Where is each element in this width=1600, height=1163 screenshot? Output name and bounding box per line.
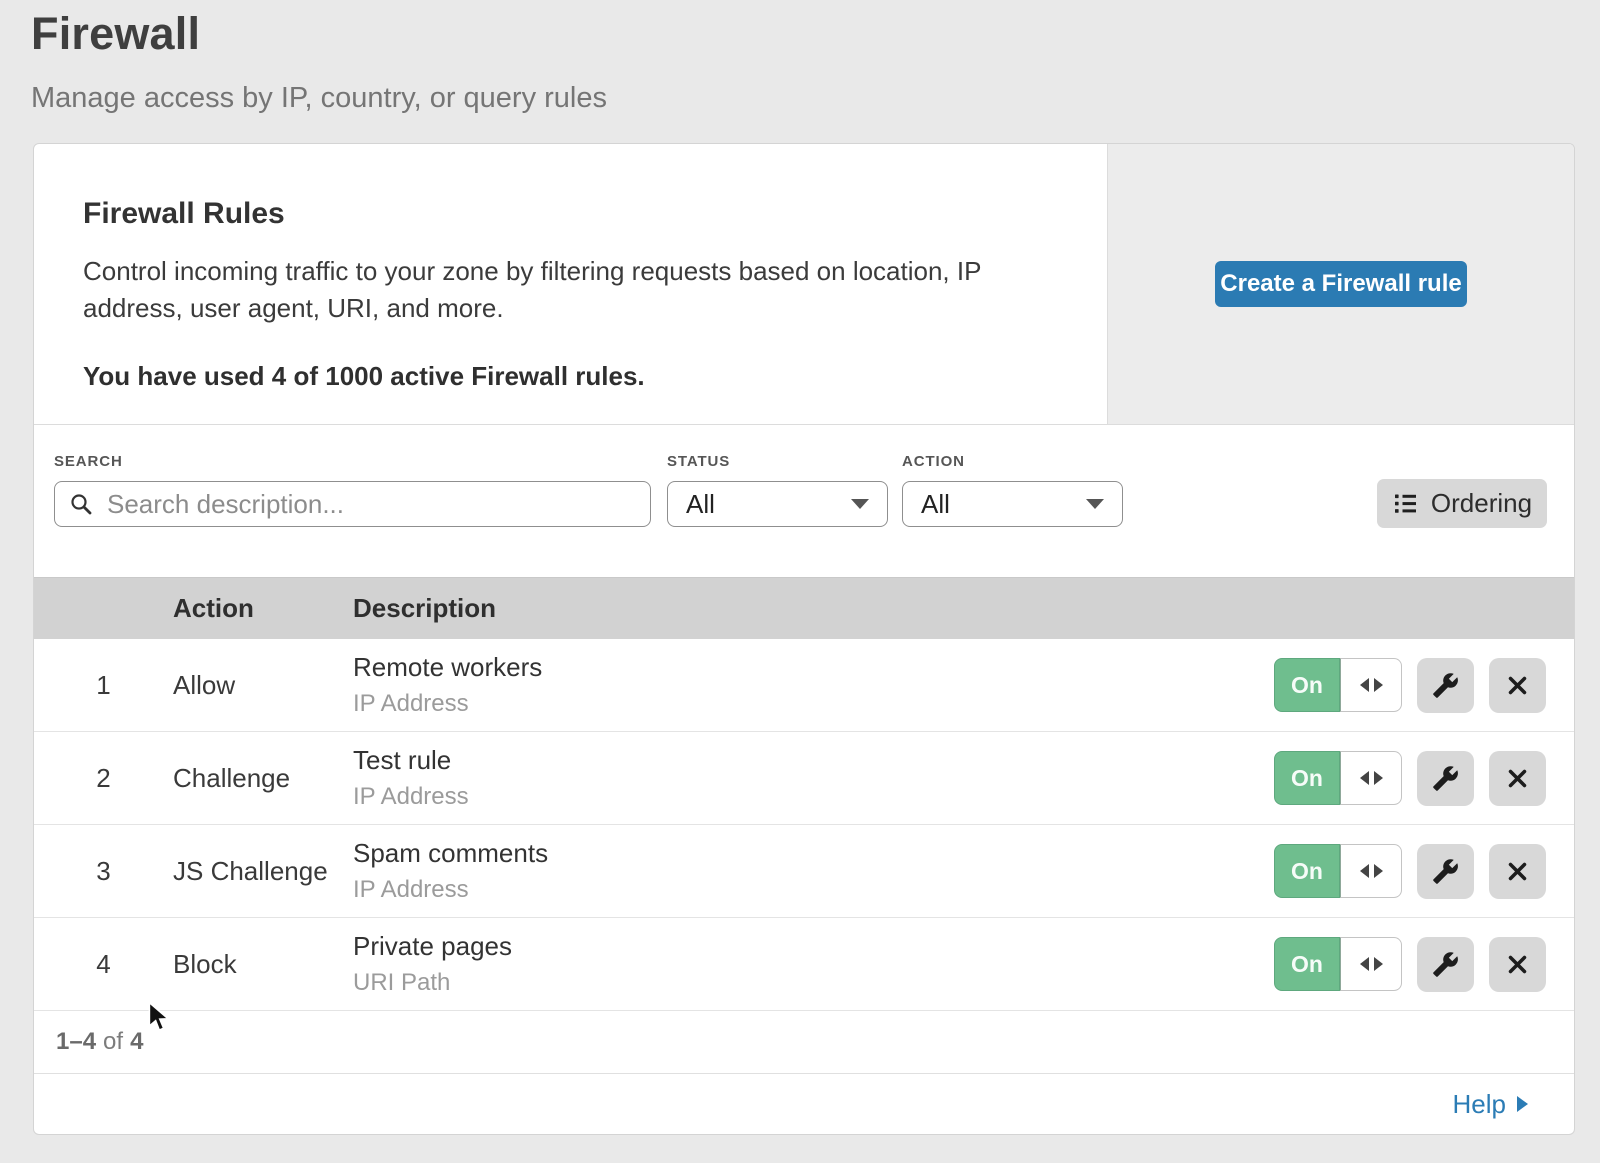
toggle-arrows-icon [1340, 751, 1402, 805]
help-arrow-icon [1517, 1096, 1528, 1112]
rule-match-type: URI Path [353, 969, 1274, 997]
rule-priority: 4 [34, 949, 173, 980]
action-label: ACTION [902, 453, 1123, 470]
ordering-button[interactable]: Ordering [1377, 479, 1547, 528]
toggle-on-label: On [1274, 844, 1340, 898]
status-select-value: All [686, 489, 715, 520]
page-title: Firewall [31, 8, 607, 60]
description-column-header: Description [353, 593, 1574, 624]
toggle-on-label: On [1274, 937, 1340, 991]
help-link[interactable]: Help [1453, 1089, 1528, 1120]
edit-rule-button[interactable] [1417, 658, 1474, 713]
table-header: Action Description [34, 577, 1574, 640]
edit-rule-button[interactable] [1417, 937, 1474, 992]
edit-rule-button[interactable] [1417, 844, 1474, 899]
rule-priority: 1 [34, 670, 173, 701]
close-icon [1505, 673, 1530, 698]
close-icon [1505, 952, 1530, 977]
rule-description: Spam comments [353, 838, 1274, 869]
rule-match-type: IP Address [353, 876, 1274, 904]
firewall-rules-card: Firewall Rules Control incoming traffic … [33, 143, 1575, 1135]
search-label: SEARCH [54, 453, 651, 470]
rule-enabled-toggle[interactable]: On [1274, 937, 1402, 991]
rules-table-body: 1 Allow Remote workers IP Address On [34, 639, 1574, 1011]
chevron-down-icon [851, 499, 869, 509]
status-select[interactable]: All [667, 481, 888, 527]
help-link-label: Help [1453, 1089, 1506, 1120]
rule-priority: 2 [34, 763, 173, 794]
action-filter: ACTION All [902, 453, 1123, 527]
wrench-icon [1432, 858, 1459, 885]
delete-rule-button[interactable] [1489, 844, 1546, 899]
rule-action: JS Challenge [173, 856, 353, 887]
filters-bar: SEARCH STATUS All ACTION All [34, 425, 1574, 577]
status-filter: STATUS All [667, 453, 888, 527]
wrench-icon [1432, 765, 1459, 792]
close-icon [1505, 766, 1530, 791]
edit-rule-button[interactable] [1417, 751, 1474, 806]
rule-priority: 3 [34, 856, 173, 887]
rule-enabled-toggle[interactable]: On [1274, 751, 1402, 805]
table-row: 2 Challenge Test rule IP Address On [34, 732, 1574, 825]
create-rule-panel: Create a Firewall rule [1107, 144, 1574, 424]
page-header: Firewall Manage access by IP, country, o… [31, 8, 607, 115]
rule-action: Allow [173, 670, 353, 701]
ordering-button-label: Ordering [1431, 488, 1532, 519]
pagination-total: 4 [130, 1028, 143, 1056]
ordering-list-icon [1392, 490, 1419, 517]
table-row: 1 Allow Remote workers IP Address On [34, 639, 1574, 732]
page-subtitle: Manage access by IP, country, or query r… [31, 82, 607, 115]
rule-enabled-toggle[interactable]: On [1274, 658, 1402, 712]
rule-description: Remote workers [353, 652, 1274, 683]
rule-match-type: IP Address [353, 783, 1274, 811]
pagination: 1–4 of 4 [34, 1011, 1574, 1074]
rule-action: Challenge [173, 763, 353, 794]
chevron-down-icon [1086, 499, 1104, 509]
toggle-on-label: On [1274, 751, 1340, 805]
search-filter: SEARCH [54, 453, 651, 527]
wrench-icon [1432, 951, 1459, 978]
create-firewall-rule-button[interactable]: Create a Firewall rule [1215, 261, 1467, 307]
pagination-of: of [103, 1028, 123, 1056]
delete-rule-button[interactable] [1489, 937, 1546, 992]
rule-enabled-toggle[interactable]: On [1274, 844, 1402, 898]
table-row: 4 Block Private pages URI Path On [34, 918, 1574, 1011]
wrench-icon [1432, 672, 1459, 699]
action-column-header: Action [173, 593, 353, 624]
usage-note: You have used 4 of 1000 active Firewall … [83, 361, 1077, 392]
status-label: STATUS [667, 453, 888, 470]
action-select[interactable]: All [902, 481, 1123, 527]
toggle-on-label: On [1274, 658, 1340, 712]
intro-text: Firewall Rules Control incoming traffic … [34, 144, 1107, 424]
delete-rule-button[interactable] [1489, 658, 1546, 713]
rule-description: Private pages [353, 931, 1274, 962]
card-title: Firewall Rules [83, 197, 1077, 231]
card-footer: Help [34, 1074, 1574, 1134]
search-input[interactable] [54, 481, 651, 527]
toggle-arrows-icon [1340, 937, 1402, 991]
toggle-arrows-icon [1340, 844, 1402, 898]
table-row: 3 JS Challenge Spam comments IP Address … [34, 825, 1574, 918]
intro-section: Firewall Rules Control incoming traffic … [34, 144, 1574, 425]
action-select-value: All [921, 489, 950, 520]
rule-description: Test rule [353, 745, 1274, 776]
pagination-range: 1–4 [56, 1028, 96, 1056]
rule-action: Block [173, 949, 353, 980]
close-icon [1505, 859, 1530, 884]
delete-rule-button[interactable] [1489, 751, 1546, 806]
card-description: Control incoming traffic to your zone by… [83, 253, 1028, 327]
rule-match-type: IP Address [353, 690, 1274, 718]
toggle-arrows-icon [1340, 658, 1402, 712]
search-icon [69, 492, 93, 516]
